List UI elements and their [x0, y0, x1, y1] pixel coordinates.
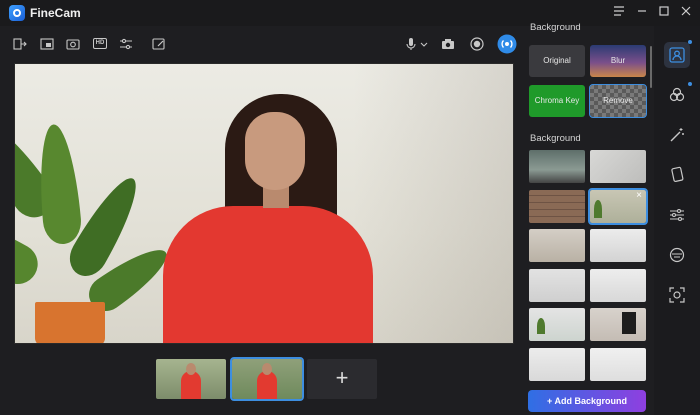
mode-remove-button[interactable]: Remove [589, 84, 647, 118]
panel-scrollbar[interactable] [650, 46, 652, 88]
adjust-icon[interactable] [119, 37, 133, 51]
gallery-title: Background [530, 133, 581, 144]
camera-preview[interactable] [14, 63, 514, 344]
background-tile-white-room[interactable] [590, 229, 646, 262]
background-tile-doorway[interactable] [590, 308, 646, 341]
sliders-icon[interactable] [668, 206, 686, 224]
background-tile-plant-wall-selected[interactable]: × [588, 188, 648, 225]
title-bar: FineCam [0, 0, 700, 26]
background-tile-table-room[interactable] [590, 269, 646, 302]
background-tile-chair-room[interactable] [590, 348, 646, 381]
toolbar: HD [0, 26, 524, 62]
mode-original-button[interactable]: Original [529, 45, 585, 77]
background-tile-dining-room[interactable] [529, 348, 585, 381]
chevron-down-icon[interactable] [420, 37, 428, 51]
record-icon[interactable] [470, 37, 484, 51]
maximize-icon[interactable] [655, 4, 673, 22]
camera-thumbnail[interactable] [156, 359, 226, 399]
effects-icon[interactable] [668, 86, 686, 104]
mode-chroma-key-button[interactable]: Chroma Key [529, 85, 585, 117]
hd-label: HD [93, 38, 107, 49]
hd-icon[interactable]: HD [93, 37, 108, 51]
close-icon[interactable] [677, 4, 695, 22]
minimize-icon[interactable] [633, 4, 651, 22]
background-tile-brick-wall[interactable] [529, 190, 585, 223]
add-camera-button[interactable]: + [307, 359, 377, 399]
face-frame-icon[interactable] [668, 286, 686, 304]
background-tile-white-texture[interactable] [590, 150, 646, 183]
background-tile-plant-corner[interactable] [529, 308, 585, 341]
exit-icon[interactable] [13, 37, 27, 51]
right-tool-rail [654, 26, 700, 415]
background-tile-living-room[interactable] [529, 229, 585, 262]
remove-tile-icon[interactable]: × [634, 191, 644, 201]
avatar-icon[interactable] [668, 246, 686, 264]
screen-icon[interactable] [668, 166, 686, 184]
person-background-icon[interactable] [668, 46, 686, 64]
add-background-button[interactable]: + Add Background [528, 390, 646, 412]
app-window: FineCam HD + Background Original Blur Ch… [0, 0, 700, 415]
app-logo-icon [9, 5, 25, 21]
mode-blur-button[interactable]: Blur [590, 45, 646, 77]
plant-pot [35, 302, 105, 343]
background-tile-office-desk[interactable] [529, 150, 585, 183]
picture-in-picture-icon[interactable] [40, 37, 54, 51]
menu-icon[interactable] [610, 4, 628, 22]
microphone-icon[interactable] [404, 37, 418, 51]
camera-thumbnail-selected[interactable] [230, 357, 304, 401]
background-tile-lamp-room[interactable] [529, 269, 585, 302]
live-broadcast-icon[interactable] [497, 34, 517, 54]
background-panel: Background Original Blur Chroma Key Remo… [524, 22, 654, 415]
panel-section-title: Background [530, 22, 581, 33]
snapshot-icon[interactable] [441, 37, 455, 51]
magic-wand-icon[interactable] [668, 126, 686, 144]
edit-icon[interactable] [152, 37, 166, 51]
rotate-camera-icon[interactable] [66, 37, 80, 51]
app-title: FineCam [30, 6, 81, 20]
